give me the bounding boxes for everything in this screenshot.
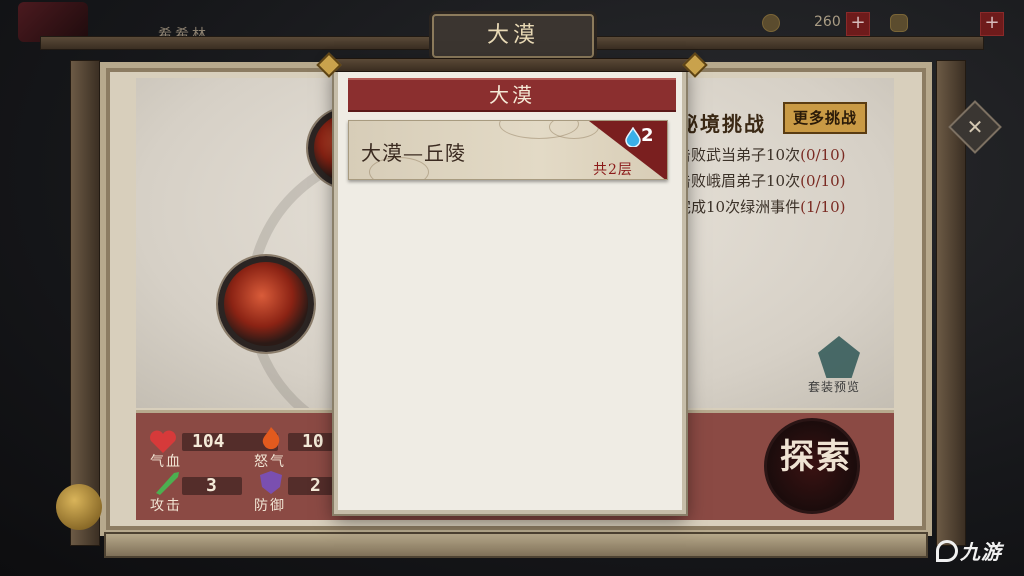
level-item[interactable]: 大漠—丘陵 2 共2层 [348,120,668,180]
level-count: 2 [641,125,654,146]
watermark: 九游 [936,536,1002,565]
scroll-rod [322,58,698,72]
modal-title: 大漠 [489,83,535,107]
level-floors: 共2层 [593,162,633,178]
watermark-logo-icon [936,540,958,562]
watermark-text: 九游 [960,540,1002,564]
water-drop-icon [625,127,641,147]
level-name: 大漠—丘陵 [361,141,466,165]
modal-header: 大漠 [348,78,676,112]
